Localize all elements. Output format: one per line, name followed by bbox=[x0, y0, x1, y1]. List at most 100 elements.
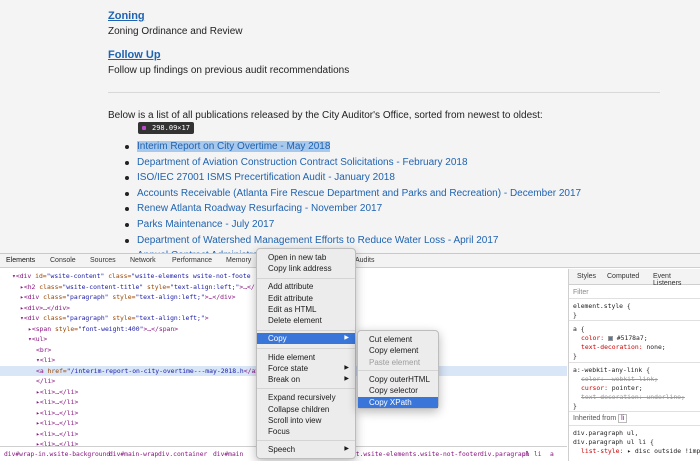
menu-item-add-attribute[interactable]: Add attribute bbox=[257, 281, 355, 292]
dom-token: ▾<ul> bbox=[28, 335, 48, 343]
dom-node[interactable]: ▾<ul> bbox=[28, 334, 47, 345]
publication-item: Parks Maintenance - July 2017 bbox=[124, 217, 684, 233]
dom-node[interactable]: ▸<li>…</li> bbox=[36, 418, 78, 429]
menu-item-speech[interactable]: Speech ▶ bbox=[257, 444, 355, 455]
tab-styles[interactable]: Styles bbox=[577, 273, 596, 280]
style-property-value: #5178a7; bbox=[616, 334, 648, 342]
menu-item-edit-attribute[interactable]: Edit attribute bbox=[257, 293, 355, 304]
dom-node[interactable]: ▸<div>…</div> bbox=[20, 303, 70, 314]
menu-item-copy-selector[interactable]: Copy selector bbox=[358, 385, 438, 396]
zoning-description: Zoning Ordinance and Review bbox=[108, 26, 243, 37]
menu-separator bbox=[257, 329, 355, 331]
menu-item-expand-recursively[interactable]: Expand recursively bbox=[257, 392, 355, 403]
breadcrumb-item[interactable]: div.container bbox=[158, 451, 207, 458]
menu-item-paste-element: Paste element bbox=[358, 357, 438, 368]
dom-node[interactable]: ▾<div class="paragraph" style="text-alig… bbox=[20, 313, 209, 324]
dom-node[interactable]: <br> bbox=[36, 345, 51, 356]
menu-separator bbox=[257, 347, 355, 349]
dom-token: "font-weight:400" bbox=[78, 324, 144, 333]
style-rule-selector: a:-webkit-any-link { bbox=[573, 366, 650, 374]
dom-token: <a bbox=[36, 366, 48, 375]
menu-item-cut-element[interactable]: Cut element bbox=[358, 334, 438, 345]
breadcrumb-item[interactable]: li bbox=[534, 451, 542, 458]
submenu-arrow-icon: ▶ bbox=[344, 364, 349, 371]
dom-token: "wsite-content" bbox=[46, 272, 105, 280]
menu-item-focus[interactable]: Focus bbox=[257, 426, 355, 437]
menu-separator bbox=[358, 370, 438, 372]
dom-token: ▸<div>…</div> bbox=[20, 303, 71, 312]
dom-token: "paragraph" bbox=[66, 314, 109, 322]
dom-node[interactable]: ▸<h2 class="wsite-content-title" style="… bbox=[20, 282, 255, 293]
breadcrumb-item[interactable]: ul bbox=[522, 451, 530, 458]
publication-item: Interim Report on City Overtime - May 20… bbox=[124, 139, 684, 155]
menu-item-label: Edit attribute bbox=[268, 293, 313, 303]
publication-link[interactable]: ISO/IEC 27001 ISMS Precertification Audi… bbox=[137, 172, 395, 183]
publication-link[interactable]: Accounts Receivable (Atlanta Fire Rescue… bbox=[137, 188, 581, 199]
menu-item-collapse-children[interactable]: Collapse children bbox=[257, 404, 355, 415]
tab-computed[interactable]: Computed bbox=[607, 273, 639, 280]
breadcrumb-item[interactable]: nt.wsite-elements.wsite-not-footer bbox=[352, 451, 481, 458]
menu-item-open-in-new-tab[interactable]: Open in new tab bbox=[257, 252, 355, 263]
menu-item-copy-link-address[interactable]: Copy link address bbox=[257, 263, 355, 274]
submenu-arrow-icon: ▶ bbox=[344, 446, 349, 453]
tooltip-marker-icon bbox=[142, 126, 146, 130]
dom-node[interactable]: ▸<span style="font-weight:400">…</span> bbox=[28, 324, 178, 335]
menu-item-force-state[interactable]: Force state ▶ bbox=[257, 363, 355, 374]
tab-sources[interactable]: Sources bbox=[90, 257, 116, 264]
tab-audits[interactable]: Audits bbox=[355, 257, 374, 264]
dom-token: >…</ bbox=[239, 282, 255, 291]
dom-node[interactable]: ▸<li>…</li> bbox=[36, 429, 78, 440]
publication-link[interactable]: Parks Maintenance - July 2017 bbox=[137, 219, 274, 230]
publication-link[interactable]: Department of Watershed Management Effor… bbox=[137, 235, 498, 246]
style-declaration[interactable]: color: #5178a7; bbox=[581, 334, 648, 342]
publication-link[interactable]: Department of Aviation Construction Cont… bbox=[137, 157, 468, 168]
zoning-link[interactable]: Zoning bbox=[108, 10, 145, 22]
dom-node[interactable]: ▸<li>…</li> bbox=[36, 397, 78, 408]
dom-node[interactable]: ▾<li> bbox=[36, 355, 55, 366]
tab-elements[interactable]: Elements bbox=[6, 257, 35, 264]
dom-node[interactable]: </li> bbox=[36, 376, 55, 387]
dom-node[interactable]: ▸<li>…</li> bbox=[36, 439, 78, 446]
menu-item-label: Copy XPath bbox=[369, 397, 412, 407]
tab-console[interactable]: Console bbox=[50, 257, 76, 264]
inherited-element-badge[interactable]: li bbox=[618, 414, 628, 423]
publication-link[interactable]: Renew Atlanta Roadway Resurfacing - Nove… bbox=[137, 203, 382, 214]
menu-item-scroll-into-view[interactable]: Scroll into view bbox=[257, 415, 355, 426]
menu-item-copy-element[interactable]: Copy element bbox=[358, 345, 438, 356]
tab-memory[interactable]: Memory bbox=[226, 257, 251, 264]
tab-performance[interactable]: Performance bbox=[172, 257, 212, 264]
styles-filter-input[interactable]: Filter bbox=[573, 289, 589, 296]
breadcrumb-item[interactable]: div#wrap-in.wsite-background bbox=[4, 451, 110, 458]
style-declaration: cursor: pointer; bbox=[581, 384, 643, 392]
submenu-arrow-icon: ▶ bbox=[344, 335, 349, 342]
breadcrumb-item[interactable]: div#main-wrap bbox=[109, 451, 158, 458]
menu-item-break-on[interactable]: Break on ▶ bbox=[257, 374, 355, 385]
dom-node[interactable]: ▸<li>…</li> bbox=[36, 387, 78, 398]
publication-link[interactable]: Interim Report on City Overtime - May 20… bbox=[137, 141, 331, 152]
menu-item-delete-element[interactable]: Delete element bbox=[257, 315, 355, 326]
color-swatch-icon[interactable] bbox=[607, 336, 613, 341]
dom-token: "text-align:left;" bbox=[170, 282, 240, 291]
menu-item-hide-element[interactable]: Hide element bbox=[257, 352, 355, 363]
dom-token: style= bbox=[108, 314, 136, 322]
dom-token: ▸<span bbox=[28, 324, 55, 333]
style-declaration[interactable]: text-decoration: none; bbox=[581, 343, 666, 351]
dom-node[interactable]: ▾<div id="wsite-content" class="wsite-el… bbox=[12, 271, 251, 282]
dom-node[interactable]: ▸<li>…</li> bbox=[36, 408, 78, 419]
copy-submenu: Cut element Copy element Paste element Copy… bbox=[357, 330, 439, 409]
follow-up-link[interactable]: Follow Up bbox=[108, 49, 161, 61]
dom-token: id= bbox=[35, 272, 47, 280]
tab-event-listeners[interactable]: Event Listeners bbox=[653, 273, 700, 287]
breadcrumb-item[interactable]: div#main bbox=[213, 451, 243, 458]
style-property-value: none; bbox=[646, 343, 666, 351]
breadcrumb-item[interactable]: a bbox=[550, 451, 554, 458]
menu-item-copy-xpath[interactable]: Copy XPath bbox=[358, 396, 438, 408]
menu-item-copy-outerhtml[interactable]: Copy outerHTML bbox=[358, 374, 438, 385]
tab-network[interactable]: Network bbox=[130, 257, 156, 264]
menu-item-edit-as-html[interactable]: Edit as HTML bbox=[257, 304, 355, 315]
dom-node[interactable]: ▸<div class="paragraph" style="text-alig… bbox=[20, 292, 236, 303]
menu-item-label: Break on bbox=[268, 375, 301, 385]
menu-item-copy[interactable]: Copy ▶ bbox=[257, 333, 355, 345]
style-declaration-overridden: color: -webkit-link; bbox=[581, 375, 658, 383]
style-property-name: color: bbox=[581, 334, 608, 342]
